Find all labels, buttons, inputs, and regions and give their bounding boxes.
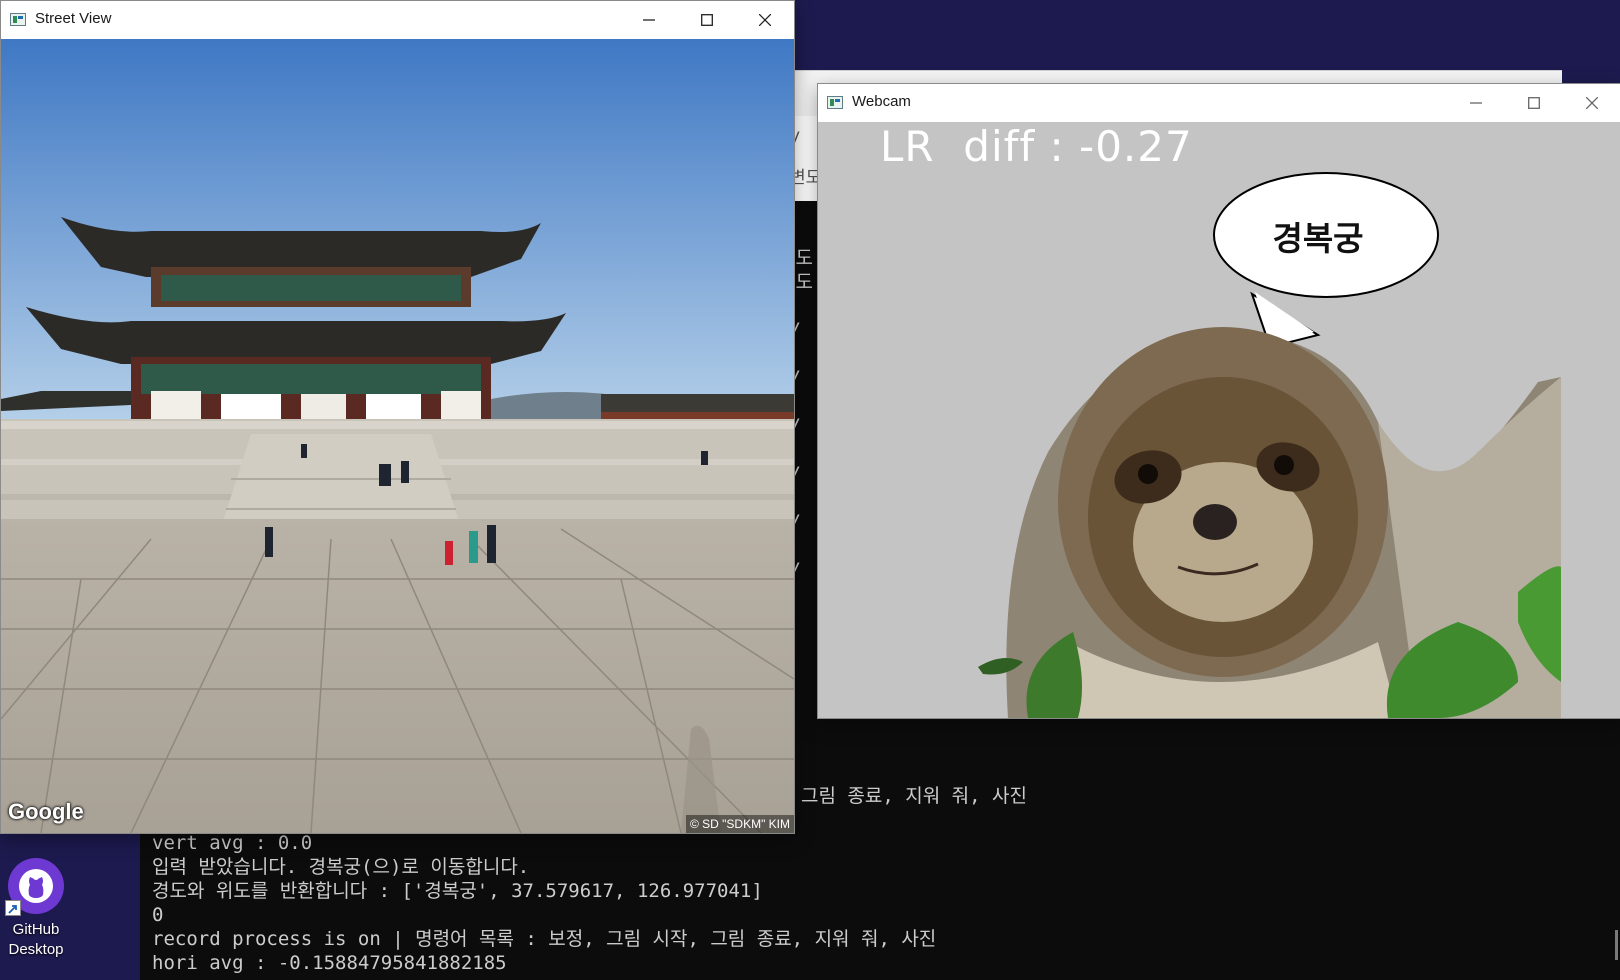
terminal-line: 입력 받았습니다. 경복궁(으)로 이동합니다.: [152, 856, 530, 878]
desktop-icon-label: GitHub Desktop: [0, 920, 72, 960]
webcam-titlebar[interactable]: Webcam: [818, 84, 1620, 122]
minimize-button[interactable]: [1447, 84, 1505, 122]
close-button[interactable]: [736, 1, 794, 39]
image-copyright[interactable]: © SD "SDKM" KIM: [685, 815, 794, 833]
window-title: Webcam: [852, 93, 911, 110]
street-view-window[interactable]: Street View Google © SD "SDKM" KIM: [0, 0, 795, 834]
github-desktop-shortcut[interactable]: GitHub Desktop: [0, 856, 72, 966]
minimize-icon: [1470, 102, 1482, 104]
desktop-icon-label-line: Desktop: [8, 941, 64, 958]
terminal-line: 0: [152, 904, 164, 926]
desktop-icon-label-line: GitHub: [12, 921, 60, 938]
terminal-line: hori avg : -0.15884795841882185: [152, 952, 507, 974]
webcam-window[interactable]: Webcam LR diff : -0.27 경복궁: [817, 83, 1620, 719]
maximize-button[interactable]: [678, 1, 736, 39]
minimize-icon: [643, 19, 655, 21]
terminal-line: 경도와 위도를 반환합니다 : ['경복궁', 37.579617, 126.9…: [152, 880, 763, 902]
terminal-line: 그림 종료, 지워 줘, 사진: [801, 785, 1027, 807]
minimize-button[interactable]: [620, 1, 678, 39]
window-icon: [10, 13, 26, 26]
maximize-button[interactable]: [1505, 84, 1563, 122]
street-view-titlebar[interactable]: Street View: [1, 1, 794, 39]
close-icon: [1586, 97, 1598, 109]
google-logo: Google: [8, 799, 84, 824]
window-icon: [827, 96, 843, 109]
window-title: Street View: [35, 10, 112, 27]
maximize-icon: [701, 14, 713, 26]
terminal-line: vert avg : 0.0: [152, 832, 313, 854]
street-view-panorama[interactable]: Google © SD "SDKM" KIM: [1, 39, 794, 833]
shortcut-arrow-icon: [5, 900, 21, 916]
terminal-scrollbar[interactable]: [1615, 930, 1618, 960]
maximize-icon: [1528, 97, 1540, 109]
webcam-feed: LR diff : -0.27 경복궁: [818, 122, 1620, 718]
close-icon: [759, 14, 771, 26]
close-button[interactable]: [1563, 84, 1620, 122]
palace-scene-image: [1, 39, 794, 833]
sloth-image: [978, 327, 1561, 718]
terminal-line: record process is on | 명령어 목록 : 보정, 그림 시…: [152, 928, 937, 950]
